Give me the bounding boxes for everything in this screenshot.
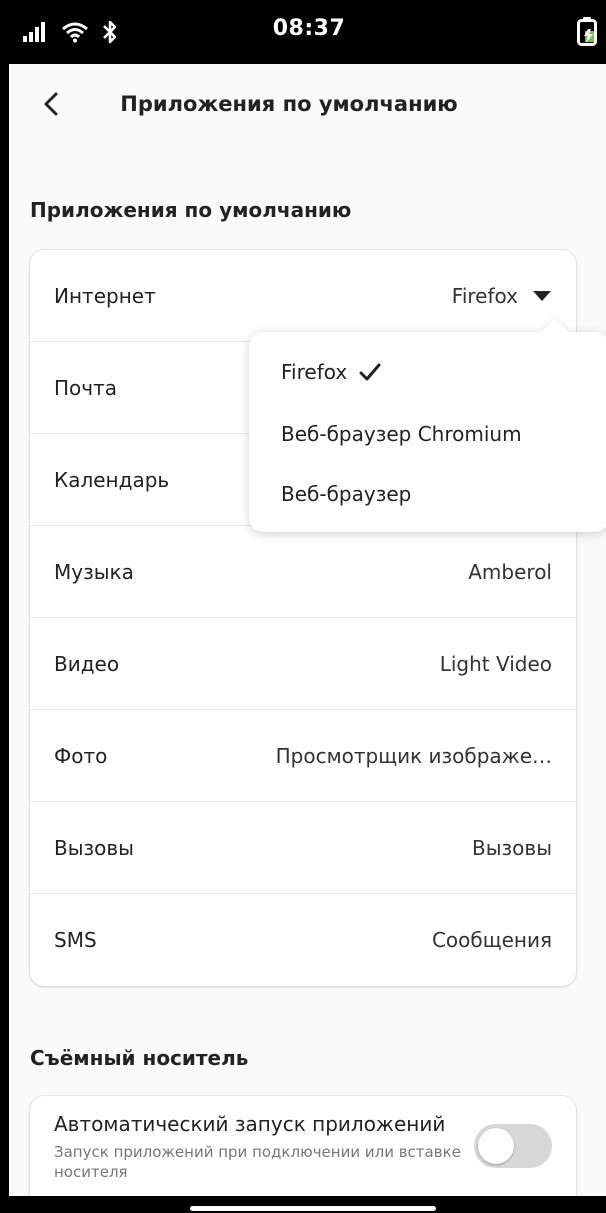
option-label: Веб-браузер — [281, 482, 412, 506]
row-label: Календарь — [54, 467, 170, 492]
battery-charging-icon — [576, 16, 598, 50]
row-value: Firefox — [452, 284, 552, 308]
row-sms[interactable]: SMS Сообщения — [30, 894, 576, 986]
option-label: Веб-браузер Chromium — [281, 422, 522, 446]
row-label: Музыка — [54, 559, 134, 584]
dropdown-arrow-icon — [533, 290, 551, 301]
dropdown-option-firefox[interactable]: Firefox — [281, 360, 381, 384]
row-value-text: Firefox — [451, 283, 518, 308]
browser-dropdown-popover: Firefox Веб-браузер Chromium Веб-браузер — [249, 317, 606, 532]
row-label: SMS — [54, 928, 97, 952]
row-value: Сообщения — [431, 928, 552, 952]
row-label: Фото — [54, 743, 108, 768]
home-indicator[interactable] — [190, 1206, 436, 1211]
row-value: Light Video — [439, 651, 552, 676]
row-value: Вызовы — [472, 835, 552, 860]
section-title-removable-media: Съёмный носитель — [30, 1046, 249, 1070]
row-label: Почта — [54, 375, 117, 400]
option-label: Firefox — [281, 360, 348, 384]
row-music[interactable]: Музыка Amberol — [30, 526, 576, 618]
row-label: Вызовы — [54, 835, 134, 860]
status-time: 08:37 — [272, 16, 346, 41]
row-value: Amberol — [468, 559, 552, 584]
toggle-knob — [478, 1128, 514, 1164]
row-photo[interactable]: Фото Просмотрщик изображе… — [30, 710, 576, 802]
row-label: Интернет — [54, 283, 156, 308]
checkmark-icon — [359, 363, 381, 381]
section-title-default-apps: Приложения по умолчанию — [30, 198, 352, 222]
row-value: Просмотрщик изображе… — [275, 743, 552, 768]
removable-media-card: Автоматический запуск приложений Запуск … — [30, 1096, 576, 1196]
row-calls[interactable]: Вызовы Вызовы — [30, 802, 576, 894]
row-label: Видео — [54, 651, 120, 676]
dropdown-option-web-browser[interactable]: Веб-браузер — [281, 482, 411, 506]
status-bar: 08:37 — [9, 0, 606, 64]
row-video[interactable]: Видео Light Video — [30, 618, 576, 710]
header-bar: Приложения по умолчанию — [9, 64, 606, 144]
settings-screen: 08:37 Приложения по умолчанию Приложения… — [9, 0, 606, 1196]
autorun-subtitle: Запуск приложений при подключении или вс… — [54, 1143, 461, 1181]
dropdown-option-chromium[interactable]: Веб-браузер Chromium — [281, 422, 522, 446]
autorun-toggle-switch[interactable] — [474, 1124, 552, 1168]
row-internet[interactable]: Интернет Firefox — [30, 250, 576, 342]
page-title: Приложения по умолчанию — [120, 92, 458, 116]
autorun-row: Автоматический запуск приложений Запуск … — [30, 1096, 576, 1196]
